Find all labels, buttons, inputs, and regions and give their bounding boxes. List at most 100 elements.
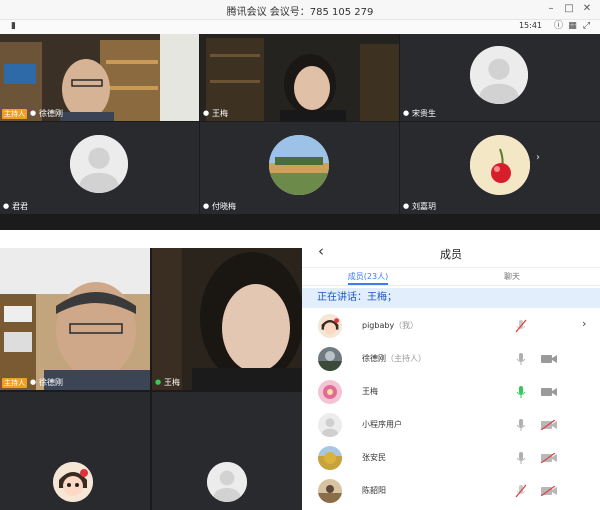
mic-icon: ● bbox=[202, 109, 210, 117]
camera-off-icon[interactable] bbox=[541, 486, 557, 496]
video-tile-wangmei[interactable]: ● 王梅 bbox=[200, 34, 399, 121]
participant-name: 付晓梅 bbox=[212, 202, 236, 211]
video-tile-liujiayue[interactable]: ● 刘嘉玥 › bbox=[400, 122, 600, 214]
person-icon bbox=[207, 462, 247, 502]
participant-name: 刘嘉玥 bbox=[412, 202, 436, 211]
member-list: pigbaby（我） › 徐德刚（主持人） 王梅 小程序用户 张安民 陈韶阳 bbox=[302, 310, 600, 508]
host-tag: 主持人 bbox=[2, 108, 27, 119]
cartoon-avatar bbox=[53, 462, 93, 502]
panel-tabs: 成员(23人) 聊天 bbox=[302, 268, 600, 286]
flower-avatar bbox=[318, 380, 342, 404]
tile-label: ● 付晓梅 bbox=[202, 201, 236, 212]
video-grid-top: 主持人 ● 徐德刚 ● 王梅 ● 宋贵生 ● 君君 ● 付晓梅 ● 刘嘉玥 › bbox=[0, 34, 600, 230]
minimize-icon[interactable]: – bbox=[544, 2, 558, 16]
mic-muted-icon[interactable] bbox=[515, 484, 527, 498]
active-tab-indicator bbox=[348, 283, 388, 285]
participant-name: 王梅 bbox=[164, 378, 180, 387]
person-icon bbox=[470, 46, 528, 104]
fullscreen-icon[interactable]: ⤢ bbox=[581, 21, 592, 32]
next-page-icon[interactable]: › bbox=[536, 152, 540, 163]
participant-name: 宋贵生 bbox=[412, 109, 436, 118]
mic-icon[interactable] bbox=[515, 451, 527, 465]
member-name: 徐德刚（主持人） bbox=[362, 354, 426, 363]
participant-name: 徐德刚 bbox=[39, 378, 63, 387]
camera-off-icon[interactable] bbox=[541, 453, 557, 463]
close-icon[interactable]: ✕ bbox=[580, 2, 594, 16]
info-icon[interactable]: ⓘ bbox=[553, 21, 564, 32]
mic-muted-icon[interactable] bbox=[515, 319, 527, 333]
landscape-avatar bbox=[318, 446, 342, 470]
member-name: 陈韶阳 bbox=[362, 486, 386, 495]
participant-name: 王梅 bbox=[212, 109, 228, 118]
member-avatar bbox=[318, 314, 342, 338]
mic-active-icon: ● bbox=[154, 378, 162, 386]
tab-members[interactable]: 成员(23人) bbox=[308, 271, 428, 282]
participant-name: 君君 bbox=[12, 202, 28, 211]
default-avatar bbox=[70, 135, 128, 193]
panel-title: 成员 bbox=[440, 248, 462, 261]
mic-icon[interactable] bbox=[515, 418, 527, 432]
layout-icon[interactable]: ▦ bbox=[567, 21, 578, 32]
chevron-right-icon[interactable]: › bbox=[582, 317, 586, 330]
tile-label: ● 君君 bbox=[2, 201, 28, 212]
person-icon bbox=[70, 135, 128, 193]
video-tile-mini-program-user[interactable] bbox=[152, 392, 302, 510]
member-row[interactable]: 陈韶阳 bbox=[302, 475, 600, 508]
video-tile-host[interactable]: 主持人 ● 徐德刚 bbox=[0, 34, 199, 121]
member-row[interactable]: pigbaby（我） › bbox=[302, 310, 600, 343]
tile-label: ● 宋贵生 bbox=[402, 108, 436, 119]
members-panel: ‹ 成员 成员(23人) 聊天 正在讲话：王梅； pigbaby（我） › 徐德… bbox=[302, 240, 600, 510]
member-row[interactable]: 徐德刚（主持人） bbox=[302, 343, 600, 376]
wangmei-video-feed-large bbox=[152, 248, 302, 390]
host-tag: 主持人 bbox=[2, 377, 27, 388]
landscape-avatar bbox=[269, 135, 329, 195]
title-bar: 腾讯会议 会议号：785 105 279 – □ ✕ bbox=[0, 0, 600, 20]
tile-label: ● 刘嘉玥 bbox=[402, 201, 436, 212]
panel-header: ‹ 成员 bbox=[302, 240, 600, 268]
video-tile-pigbaby[interactable] bbox=[0, 392, 150, 510]
member-avatar bbox=[318, 380, 342, 404]
maximize-icon[interactable]: □ bbox=[562, 2, 576, 16]
photo-avatar bbox=[318, 479, 342, 503]
member-avatar bbox=[318, 413, 342, 437]
tile-label: ● 王梅 bbox=[154, 377, 180, 388]
mic-icon: ● bbox=[29, 378, 37, 386]
signal-icon: ▮ bbox=[11, 21, 16, 31]
cartoon-girl-image bbox=[318, 314, 342, 338]
cherry-avatar bbox=[470, 135, 530, 195]
video-tile-wangmei-large[interactable]: ● 王梅 bbox=[152, 248, 302, 390]
member-avatar bbox=[318, 479, 342, 503]
member-row[interactable]: 王梅 bbox=[302, 376, 600, 409]
member-row[interactable]: 张安民 bbox=[302, 442, 600, 475]
member-name: 王梅 bbox=[362, 387, 378, 396]
mic-icon[interactable] bbox=[515, 352, 527, 366]
video-tile-fuxiaomei[interactable]: ● 付晓梅 bbox=[200, 122, 399, 214]
mic-icon: ● bbox=[402, 109, 410, 117]
meeting-window: 腾讯会议 会议号：785 105 279 – □ ✕ ▮ 15:41 ⓘ ▦ ⤢ bbox=[0, 0, 600, 510]
camera-icon[interactable] bbox=[541, 354, 557, 364]
member-avatar bbox=[318, 347, 342, 371]
host-video-feed-large bbox=[0, 248, 150, 390]
video-tile-songguisheng[interactable]: ● 宋贵生 bbox=[400, 34, 600, 121]
member-row[interactable]: 小程序用户 bbox=[302, 409, 600, 442]
member-name: 张安民 bbox=[362, 453, 386, 462]
mic-icon: ● bbox=[402, 202, 410, 210]
tile-label: 主持人 ● 徐德刚 bbox=[2, 108, 63, 119]
cherry-image bbox=[470, 135, 530, 195]
video-tile-junjun[interactable]: ● 君君 bbox=[0, 122, 199, 214]
cartoon-girl-image bbox=[53, 462, 93, 502]
tab-chat[interactable]: 聊天 bbox=[452, 271, 572, 282]
mic-active-icon[interactable] bbox=[515, 385, 527, 399]
camera-icon[interactable] bbox=[541, 387, 557, 397]
camera-off-icon[interactable] bbox=[541, 420, 557, 430]
participant-name: 徐德刚 bbox=[39, 109, 63, 118]
video-tile-host-large[interactable]: 主持人 ● 徐德刚 bbox=[0, 248, 150, 390]
member-name: pigbaby（我） bbox=[362, 321, 419, 330]
tile-label: ● 王梅 bbox=[202, 108, 228, 119]
video-grid-bottom: 主持人 ● 徐德刚 ● 王梅 bbox=[0, 248, 302, 510]
default-avatar bbox=[207, 462, 247, 502]
mic-icon: ● bbox=[202, 202, 210, 210]
default-avatar bbox=[470, 46, 528, 104]
meeting-clock: 15:41 bbox=[518, 21, 542, 30]
wangmei-video-feed bbox=[200, 34, 399, 121]
